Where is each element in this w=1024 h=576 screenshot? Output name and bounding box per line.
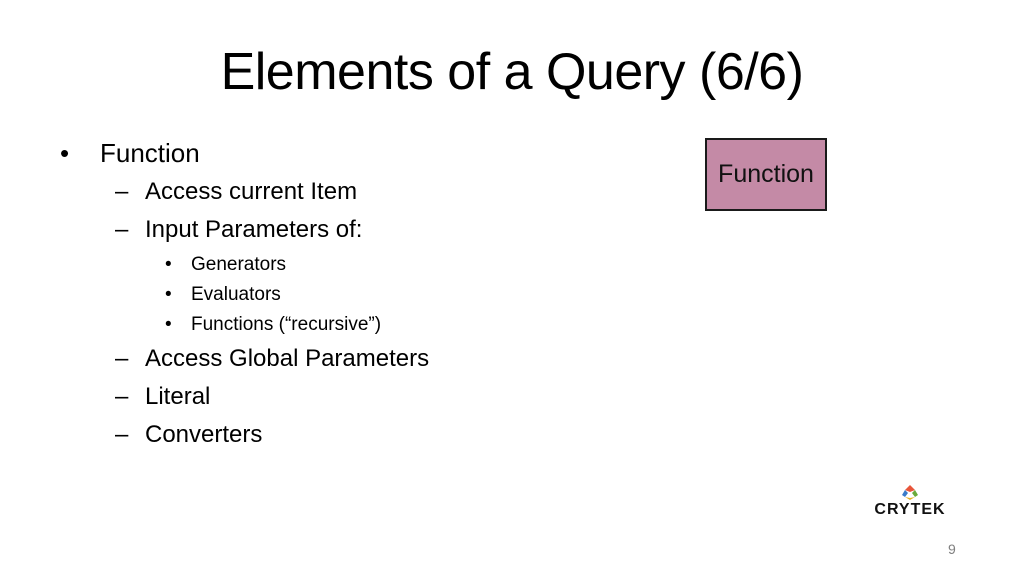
page-number: 9	[948, 541, 956, 557]
crytek-logo: CRYTEK	[860, 483, 960, 519]
dash-marker: –	[115, 345, 129, 372]
sub-sub-bullet-text: Evaluators	[191, 284, 281, 305]
sub-bullet-text: Access current Item	[145, 178, 358, 205]
function-node-box: Function	[705, 138, 827, 211]
crytek-diamond-logo-icon: CRYTEK	[874, 485, 945, 518]
slide-title: Elements of a Query (6/6)	[220, 43, 804, 101]
logo-text: CRYTEK	[874, 501, 945, 518]
bullet-marker: •	[165, 254, 172, 275]
sub-bullet-text: Literal	[145, 383, 211, 410]
sub-bullet-text: Converters	[145, 421, 263, 448]
dash-marker: –	[115, 383, 129, 410]
bullet-marker: •	[165, 284, 172, 305]
dash-marker: –	[115, 216, 129, 243]
bullet-text: Function	[100, 138, 200, 168]
bullet-marker: •	[165, 314, 172, 335]
sub-sub-bullet-text: Functions (“recursive”)	[191, 314, 382, 335]
sub-sub-bullet-text: Generators	[191, 254, 287, 275]
sub-bullet-text: Input Parameters of:	[145, 216, 363, 243]
dash-marker: –	[115, 421, 129, 448]
bullet-marker: •	[60, 138, 70, 168]
dash-marker: –	[115, 178, 129, 205]
function-node-label: Function	[718, 160, 814, 188]
sub-bullet-text: Access Global Parameters	[145, 345, 430, 372]
